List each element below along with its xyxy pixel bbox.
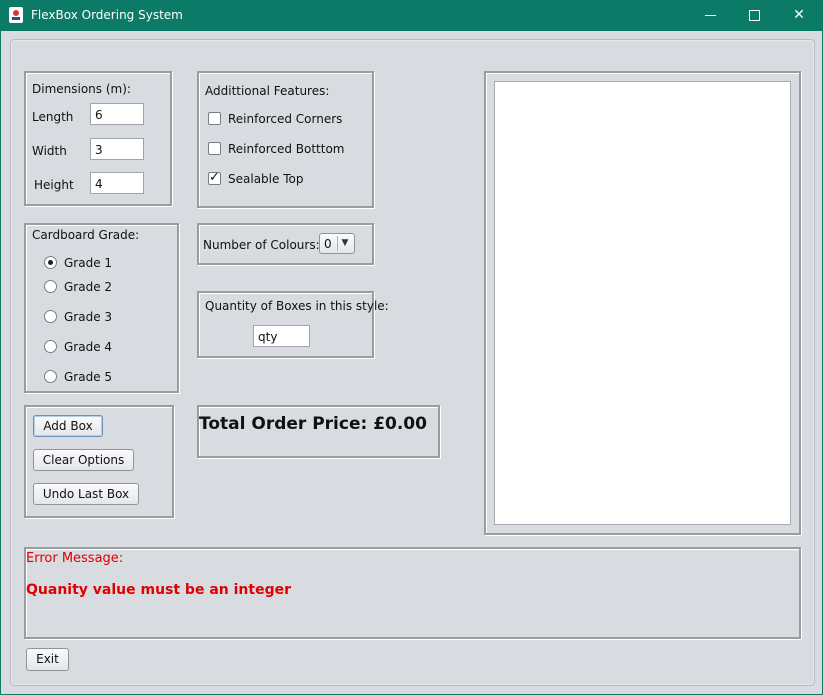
dimensions-panel: Dimensions (m): Length 6 Width 3 Height … <box>24 71 172 206</box>
exit-button[interactable]: Exit <box>26 648 69 671</box>
add-box-button[interactable]: Add Box <box>33 415 103 437</box>
main-panel: Dimensions (m): Length 6 Width 3 Height … <box>10 39 815 686</box>
close-button[interactable]: ✕ <box>776 0 822 31</box>
length-label: Length <box>32 110 74 124</box>
colours-select[interactable]: 0 ▼ <box>319 233 355 254</box>
clear-options-button[interactable]: Clear Options <box>33 449 134 471</box>
window-content: Dimensions (m): Length 6 Width 3 Height … <box>1 31 822 694</box>
total-panel: Total Order Price: £0.00 <box>197 405 440 458</box>
total-price: Total Order Price: £0.00 <box>199 414 427 434</box>
grade-5-radio[interactable] <box>44 370 57 383</box>
quantity-label: Quantity of Boxes in this style: <box>205 299 389 313</box>
error-label: Error Message: <box>26 551 124 566</box>
grade-3-radio[interactable] <box>44 310 57 323</box>
grade-heading: Cardboard Grade: <box>32 228 140 242</box>
height-label: Height <box>34 178 74 192</box>
sealable-top-checkbox[interactable]: ✓ <box>208 170 221 185</box>
order-list-panel <box>484 71 801 535</box>
maximize-icon <box>749 10 760 21</box>
grade-1-radio[interactable] <box>44 256 57 269</box>
features-panel: Addittional Features: Reinforced Corners… <box>197 71 374 208</box>
grade-5-label: Grade 5 <box>64 370 113 384</box>
java-app-icon <box>9 7 23 23</box>
checkmark-icon: ✓ <box>209 170 220 185</box>
reinforced-corners-checkbox[interactable] <box>208 112 221 125</box>
grade-3-label: Grade 3 <box>64 310 113 324</box>
radio-selected-dot <box>48 260 53 265</box>
error-message: Quanity value must be an integer <box>26 582 291 598</box>
sealable-top-label: Sealable Top <box>228 172 304 186</box>
colours-label: Number of Colours: <box>203 238 320 252</box>
quantity-panel: Quantity of Boxes in this style: qty <box>197 291 389 358</box>
undo-last-box-button[interactable]: Undo Last Box <box>33 483 139 505</box>
reinforced-corners-label: Reinforced Corners <box>228 112 343 126</box>
features-heading: Addittional Features: <box>205 84 330 98</box>
dimensions-heading: Dimensions (m): <box>32 82 131 96</box>
height-input[interactable]: 4 <box>90 172 144 194</box>
width-label: Width <box>32 144 67 158</box>
reinforced-bottom-label: Reinforced Botttom <box>228 142 345 156</box>
colours-panel: Number of Colours: 0 ▼ <box>197 223 374 265</box>
width-input[interactable]: 3 <box>90 138 144 160</box>
reinforced-bottom-checkbox[interactable] <box>208 142 221 155</box>
quantity-input[interactable]: qty <box>253 325 310 347</box>
grade-panel: Cardboard Grade: Grade 1 Grade 2 Grade 3… <box>24 223 179 393</box>
actions-panel: Add Box Clear Options Undo Last Box <box>24 405 174 518</box>
minimize-icon <box>705 15 716 16</box>
length-input[interactable]: 6 <box>90 103 144 125</box>
order-list-area[interactable] <box>494 81 791 525</box>
grade-2-radio[interactable] <box>44 280 57 293</box>
maximize-button[interactable] <box>731 0 777 31</box>
grade-4-label: Grade 4 <box>64 340 113 354</box>
grade-4-radio[interactable] <box>44 340 57 353</box>
error-panel: Error Message: Quanity value must be an … <box>24 547 801 639</box>
colours-selected-value: 0 <box>324 237 332 251</box>
minimize-button[interactable] <box>687 0 733 31</box>
title-bar: FlexBox Ordering System ✕ <box>0 0 823 31</box>
grade-1-label: Grade 1 <box>64 256 113 270</box>
dropdown-arrow-icon: ▼ <box>337 236 352 251</box>
close-icon: ✕ <box>793 7 805 23</box>
window-title: FlexBox Ordering System <box>31 8 183 22</box>
grade-2-label: Grade 2 <box>64 280 113 294</box>
